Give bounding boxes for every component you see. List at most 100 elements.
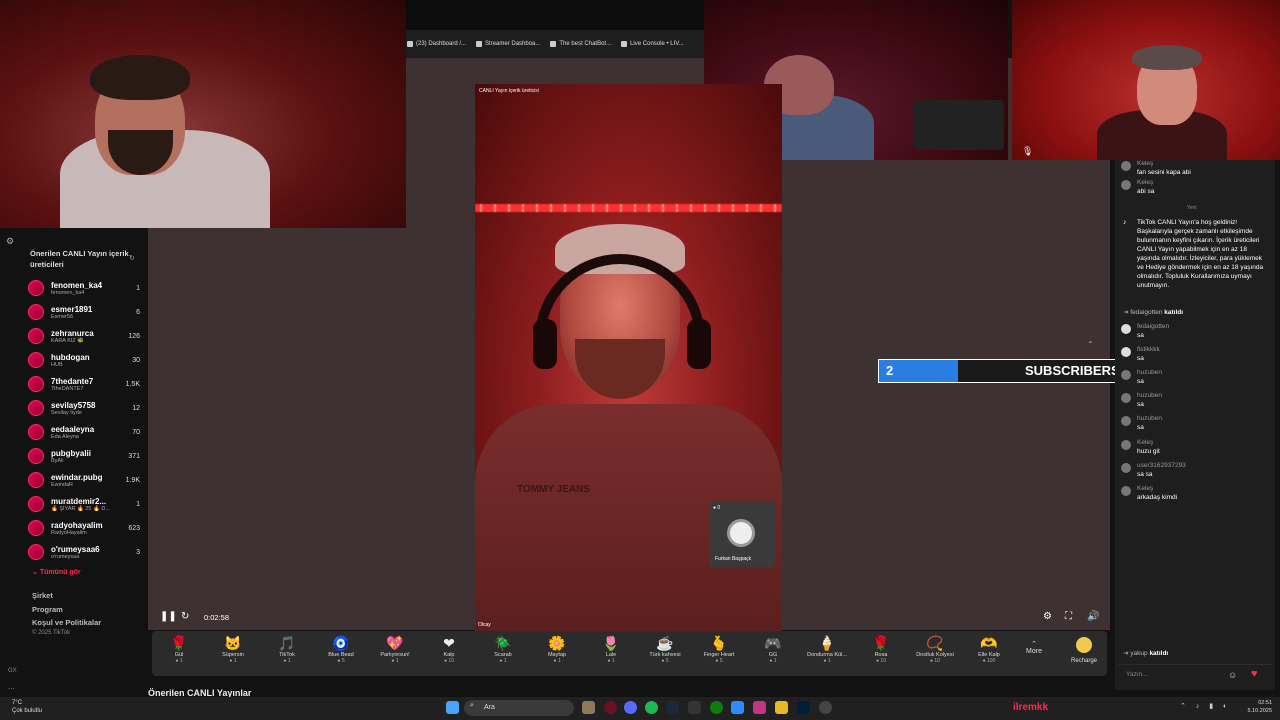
pause-icon[interactable]: ❚❚ — [160, 611, 177, 622]
gift-item[interactable]: ❤ Kalp ● 10 — [422, 634, 476, 664]
browser-tab[interactable]: (23) Dashboard /... — [407, 41, 466, 47]
gift-item[interactable]: 📿 Dostluk Kolyesi ● 10 — [908, 634, 962, 664]
taskbar-clock[interactable]: 02:51 5.10.2025 — [1242, 699, 1272, 715]
footer-link-company[interactable]: Şirket — [32, 591, 53, 600]
avatar — [28, 544, 44, 560]
settings-icon[interactable]: ⚙ — [6, 236, 14, 247]
avatar — [28, 328, 44, 344]
scroll-up-icon[interactable]: ⌃ — [1087, 340, 1094, 349]
gift-item[interactable]: 🍦 Dondurma Kül... ● 1 — [800, 634, 854, 664]
gift-icon: 🌹 — [170, 635, 188, 651]
webcam-overlay-3: 🎙 — [1012, 0, 1280, 160]
viewer-count: 126 — [128, 332, 140, 340]
sidebar-streamer[interactable]: hubdogan HUB 30 — [28, 349, 140, 371]
system-tray-icons[interactable]: ⌃ ♪ ▮ ◐ — [1180, 702, 1231, 710]
gift-item[interactable]: 💖 Parlıyorsun! ● 1 — [368, 634, 422, 664]
gift-item[interactable]: 🌼 Maytap ● 1 — [530, 634, 584, 664]
gift-icon: 🎮 — [764, 635, 782, 651]
gift-item[interactable]: 🫰 Finger Heart ● 5 — [692, 634, 746, 664]
more-options-icon[interactable]: ... — [8, 682, 15, 691]
gift-item[interactable]: 🌷 Lale ● 1 — [584, 634, 638, 664]
fullscreen-icon[interactable]: ⛶ — [1065, 611, 1072, 622]
gift-cost: ● 1 — [283, 658, 291, 664]
sidebar-streamer[interactable]: muratdemir2... 🔥 ŞİYAR 🔥 25 🔥 D... 1 — [28, 493, 140, 515]
discord-icon[interactable] — [624, 701, 637, 714]
footer-link-terms[interactable]: Koşul ve Politikalar — [32, 618, 101, 627]
streamer-name: zehranurca — [51, 328, 94, 338]
app-icon[interactable] — [731, 701, 744, 714]
guest-badge: ● 0 — [713, 505, 721, 511]
instagram-icon[interactable] — [753, 701, 766, 714]
gift-item[interactable]: 🐱 Süpersin ● 1 — [206, 634, 260, 664]
sidebar-streamer[interactable]: pubgbyalii ByAli 371 — [28, 445, 140, 467]
refresh-icon[interactable]: ↻ — [129, 254, 135, 262]
emoji-icon[interactable]: ☺ — [1228, 670, 1237, 680]
sidebar-streamer[interactable]: o'rumeysaa6 o'rumeysaa 3 — [28, 541, 140, 563]
sidebar-streamer[interactable]: radyohayalim RadyoHayalim 623 — [28, 517, 140, 539]
gift-item[interactable]: 🎮 GG ● 1 — [746, 634, 800, 664]
gift-cost: ● 1 — [499, 658, 507, 664]
opera-icon[interactable] — [604, 701, 617, 714]
sidebar-streamer[interactable]: zehranurca KARA KIZ 🐝 126 — [28, 325, 140, 347]
tiktok-icon: ♪ — [1123, 219, 1127, 226]
browser-tab[interactable]: Streamer Dashboa... — [476, 41, 540, 47]
settings-icon[interactable]: ⚙ — [1043, 611, 1052, 622]
taskbar-search[interactable]: ⌕ Ara — [464, 700, 574, 716]
sidebar-streamer[interactable]: eedaaleyna Eda Aleyna 70 — [28, 421, 140, 443]
streamer-name: muratdemir2... — [51, 496, 107, 506]
user-icon: ● — [713, 505, 717, 511]
steam-icon[interactable] — [666, 701, 679, 714]
see-all-link[interactable]: ⌄ Tümünü gör — [32, 568, 81, 576]
guest-tile[interactable]: ● 0 Furkan Başpaçk — [709, 501, 775, 567]
coin-icon — [1076, 637, 1092, 653]
gift-item[interactable]: 🫶 Elle Kalp ● 100 — [962, 634, 1016, 664]
heart-icon[interactable]: ♥ — [1251, 668, 1258, 680]
gift-item[interactable]: 🧿 Blue Bead ● 5 — [314, 634, 368, 664]
streamer-name: ewindar.pubg — [51, 472, 103, 482]
stream-time: 0:02:58 — [204, 613, 230, 622]
spotify-icon[interactable] — [645, 701, 658, 714]
webcam-overlay-1 — [0, 0, 406, 228]
gift-cost: ● 1 — [607, 658, 615, 664]
copyright: © 2025 TikTok — [32, 630, 71, 636]
gift-cost: ● 5 — [661, 658, 669, 664]
gift-item[interactable]: 🌹 Gül ● 1 — [152, 634, 206, 664]
weather-widget[interactable]: 7°C Çok bulutlu — [12, 699, 42, 715]
browser-tab[interactable]: The best ChatBot... — [550, 41, 611, 47]
epic-games-icon[interactable] — [688, 701, 701, 714]
photoshop-icon[interactable] — [797, 701, 810, 714]
gift-item[interactable]: 🪲 Scarab ● 1 — [476, 634, 530, 664]
gift-icon: 🧿 — [332, 635, 350, 651]
sidebar-streamer[interactable]: fenomen_ka4 fenomen_ka4 1 — [28, 277, 140, 299]
gift-icon: 🎵 — [278, 635, 296, 651]
avatar — [28, 376, 44, 392]
chat-input[interactable]: Yazın... ☺ ♥ — [1118, 664, 1272, 686]
more-gifts-button[interactable]: ⌃ More — [1020, 640, 1048, 655]
sidebar-streamer[interactable]: 7thedante7 7theDANTE7 1.5K — [28, 373, 140, 395]
gift-item[interactable]: 🎵 TikTok ● 1 — [260, 634, 314, 664]
avatar — [28, 424, 44, 440]
footer-link-program[interactable]: Program — [32, 605, 63, 614]
app-icon[interactable] — [582, 701, 595, 714]
viewer-count: 623 — [128, 524, 140, 532]
guest-name: Furkan Başpaçk — [715, 556, 752, 562]
refresh-icon[interactable]: ↻ — [181, 611, 189, 622]
gift-item[interactable]: 🌹 Rosa ● 10 — [854, 634, 908, 664]
folder-icon[interactable] — [775, 701, 788, 714]
sidebar-title: Önerilen CANLI Yayın içerik üreticileri — [30, 249, 129, 269]
gx-label: GX — [8, 668, 17, 674]
recharge-button[interactable]: Recharge — [1064, 637, 1104, 664]
sidebar-streamer[interactable]: sevilay5758 Sevilay İiyde 12 — [28, 397, 140, 419]
windows-start-icon[interactable] — [446, 701, 459, 714]
streamer-nickname: HUB — [51, 361, 63, 368]
gift-item[interactable]: ☕ Türk kahvesi ● 5 — [638, 634, 692, 664]
obs-icon[interactable] — [819, 701, 832, 714]
xbox-icon[interactable] — [710, 701, 723, 714]
browser-tab[interactable]: Live Console • LIV... — [621, 41, 684, 47]
gift-icon: 📿 — [926, 635, 944, 651]
sidebar-streamer[interactable]: esmer1891 Esmer56 6 — [28, 301, 140, 323]
volume-icon[interactable]: 🔊 — [1087, 611, 1099, 622]
avatar — [28, 400, 44, 416]
taskbar — [0, 697, 1280, 720]
sidebar-streamer[interactable]: ewindar.pubg EwindaR 1.9K — [28, 469, 140, 491]
